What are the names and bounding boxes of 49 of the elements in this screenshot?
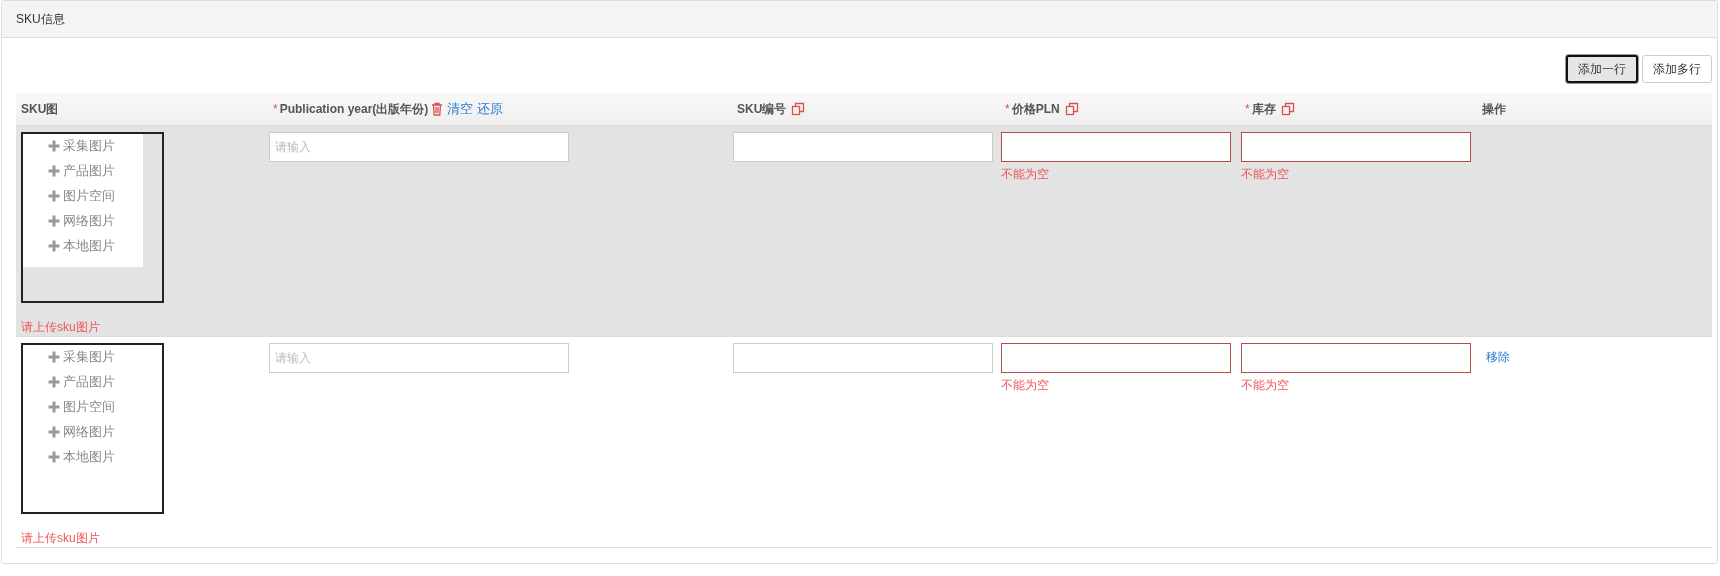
input-field[interactable]	[1241, 343, 1471, 373]
upload-option[interactable]: 产品图片	[23, 159, 115, 182]
required-mark: *	[273, 102, 278, 116]
error-message: 请上传sku图片	[21, 319, 100, 336]
plus-icon	[48, 164, 60, 177]
error-message: 不能为空	[1241, 166, 1289, 183]
plus-icon	[48, 425, 60, 438]
remove-link[interactable]: 移除	[1478, 343, 1510, 366]
column-header: 价格PLN	[1011, 100, 1060, 118]
plus-icon	[48, 350, 60, 363]
input-field[interactable]	[1241, 132, 1471, 162]
column-header: 库存	[1251, 100, 1276, 118]
add-row-button[interactable]: 添加一行	[1566, 55, 1638, 83]
upload-option[interactable]: 采集图片	[23, 134, 115, 157]
plus-icon	[48, 189, 60, 202]
add-row-button[interactable]: 添加多行	[1642, 55, 1712, 83]
plus-icon	[48, 400, 60, 413]
plus-icon	[48, 450, 60, 463]
upload-option[interactable]: 本地图片	[23, 445, 115, 468]
header-link[interactable]: 清空	[447, 100, 474, 118]
upload-option[interactable]: 图片空间	[23, 395, 115, 418]
input-field[interactable]	[1001, 343, 1231, 373]
column-header: Publication year(出版年份)	[279, 100, 429, 118]
error-message: 不能为空	[1001, 166, 1049, 183]
error-message: 不能为空	[1241, 377, 1289, 394]
required-mark: *	[1245, 102, 1250, 116]
copy-icon[interactable]	[1280, 102, 1295, 116]
required-mark: *	[1005, 102, 1010, 116]
upload-option[interactable]: 网络图片	[23, 420, 115, 443]
copy-icon[interactable]	[791, 102, 806, 116]
panel-title: SKU信息	[16, 10, 65, 28]
plus-icon	[48, 239, 60, 252]
upload-option[interactable]: 图片空间	[23, 184, 115, 207]
plus-icon	[48, 375, 60, 388]
error-message: 不能为空	[1001, 377, 1049, 394]
trash-icon[interactable]	[431, 102, 444, 116]
error-message: 请上传sku图片	[21, 530, 100, 547]
column-header: 操作	[1482, 100, 1506, 118]
plus-icon	[48, 139, 60, 152]
upload-option[interactable]: 产品图片	[23, 370, 115, 393]
column-header: SKU编号	[737, 100, 787, 118]
plus-icon	[48, 214, 60, 227]
input-field[interactable]	[1001, 132, 1231, 162]
column-header: SKU图	[21, 100, 59, 118]
upload-option[interactable]: 本地图片	[23, 234, 115, 257]
copy-icon[interactable]	[1064, 102, 1079, 116]
header-link[interactable]: 还原	[477, 100, 504, 118]
upload-option[interactable]: 网络图片	[23, 209, 115, 232]
upload-option[interactable]: 采集图片	[23, 345, 115, 368]
